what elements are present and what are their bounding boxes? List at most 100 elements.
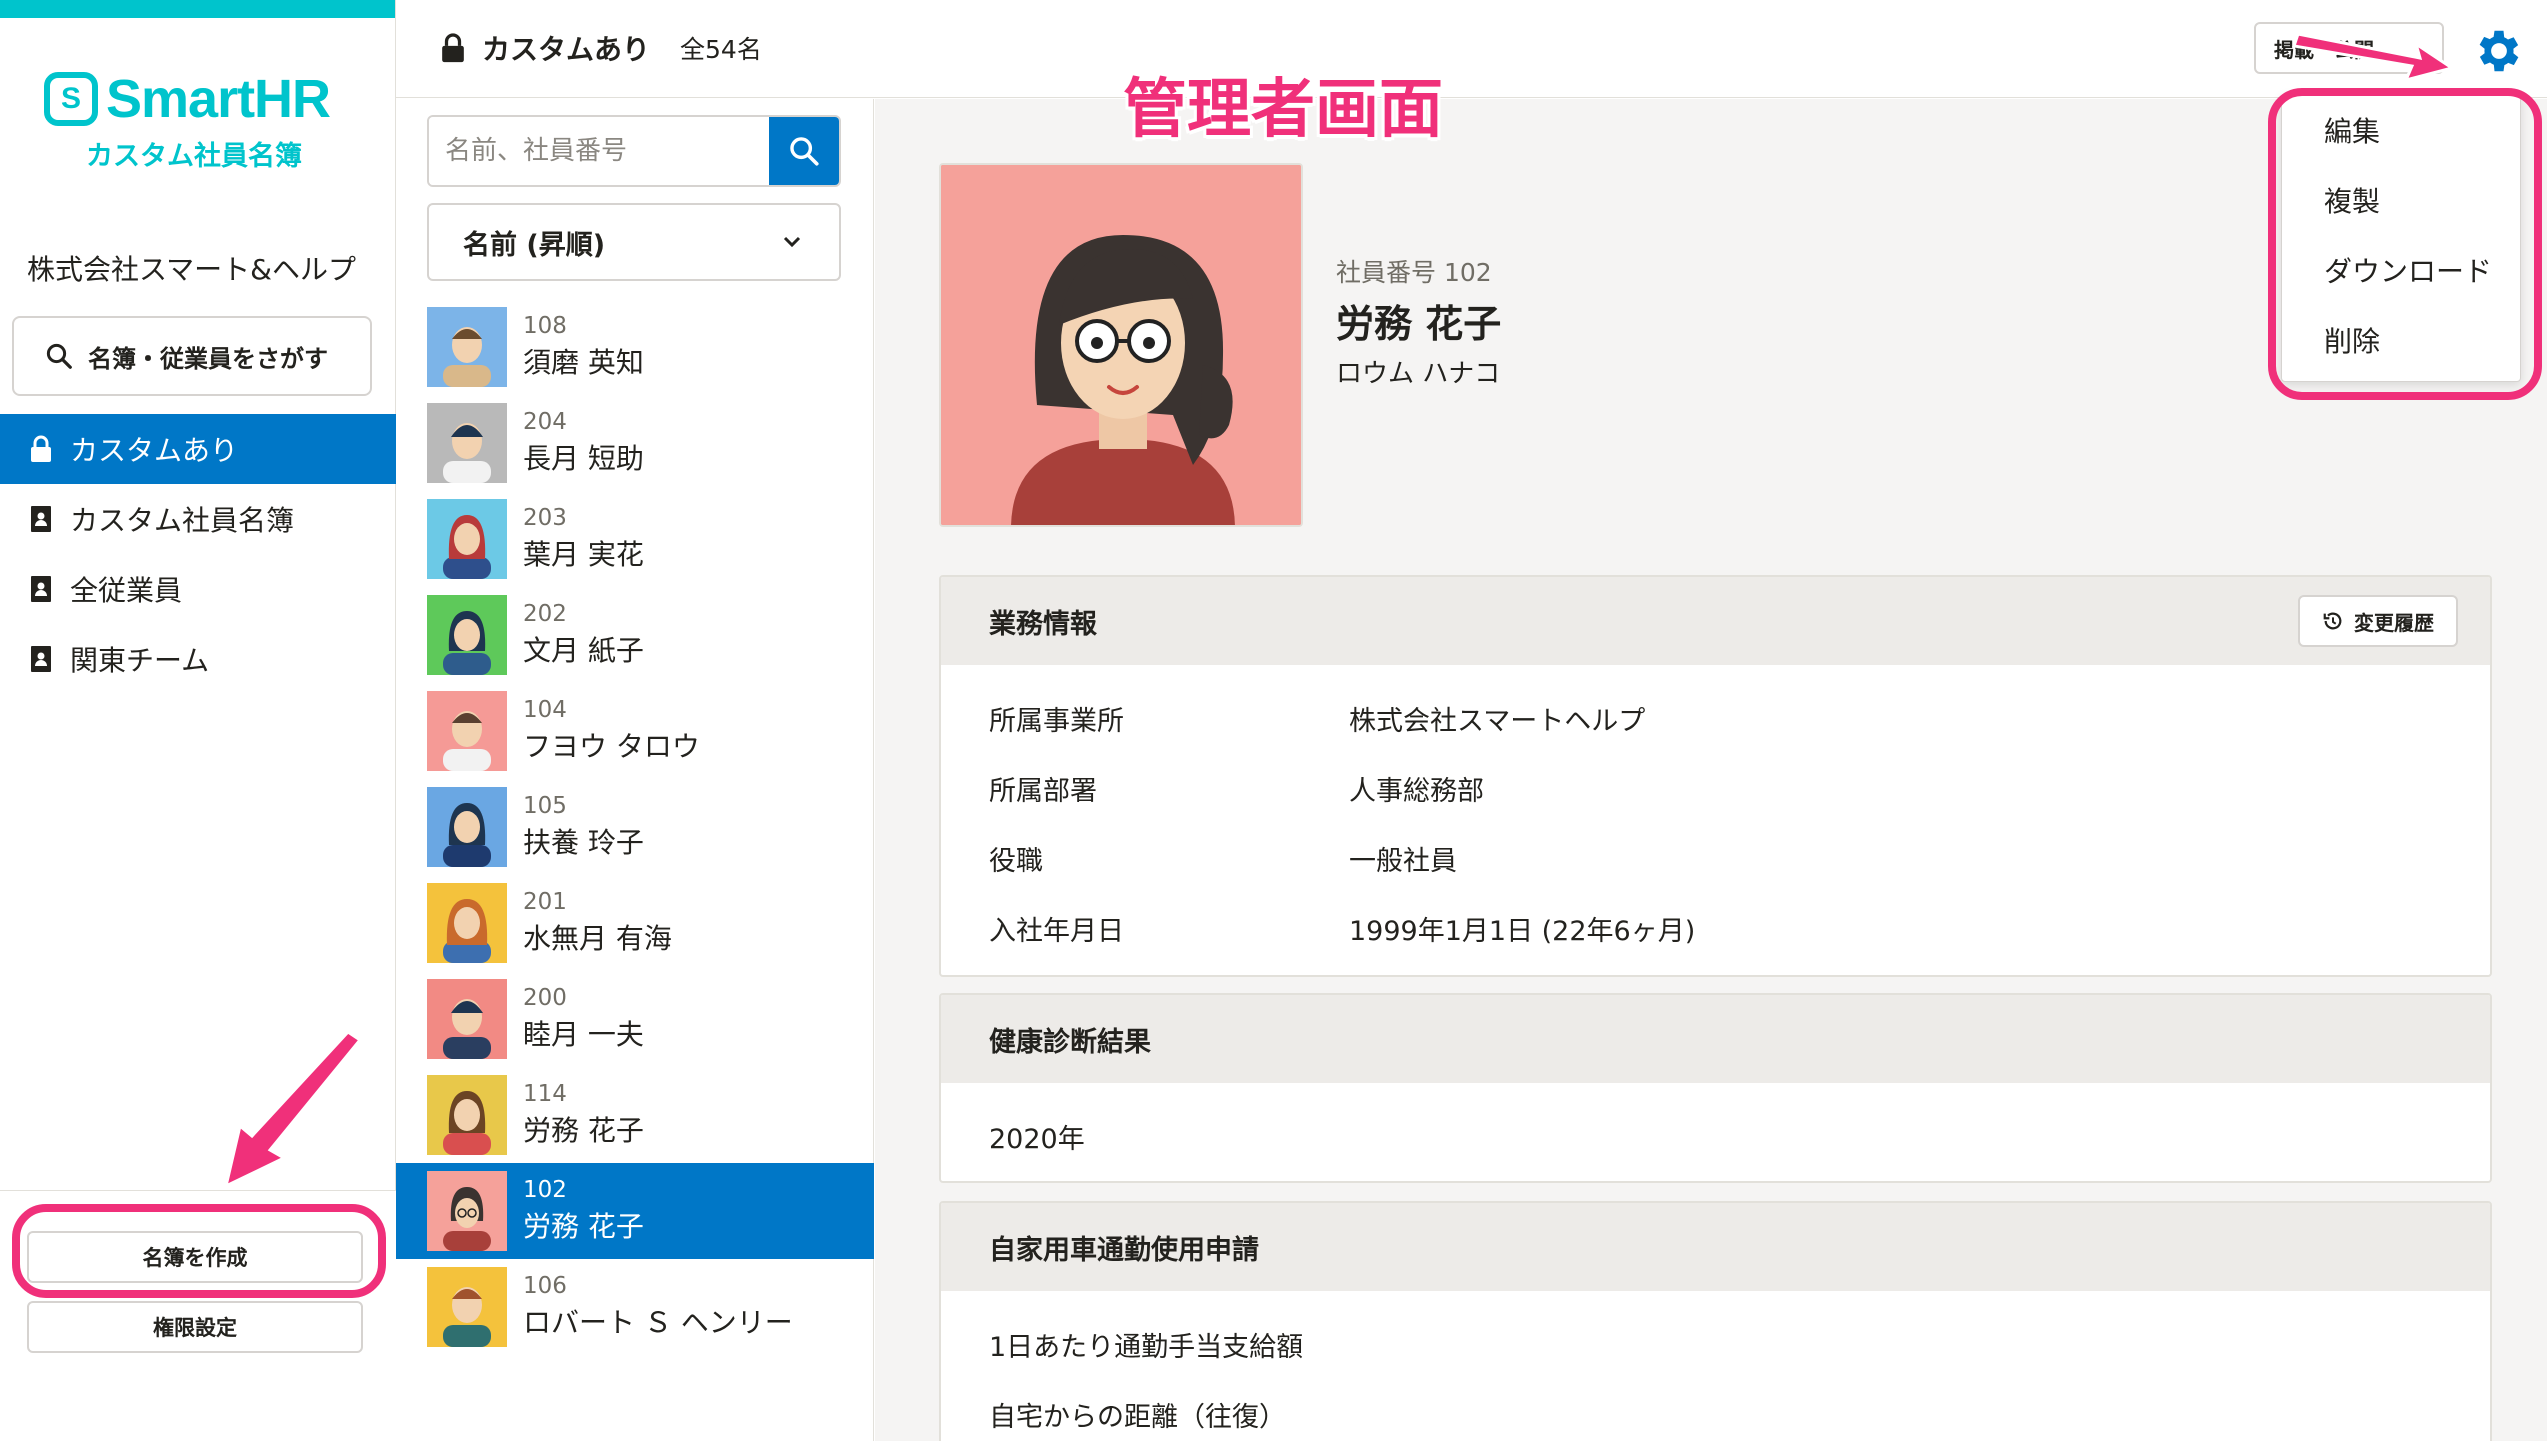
car-commute-card: 自家用車通勤使用申請 1日あたり通勤手当支給額 自宅からの距離（往復） (939, 1201, 2492, 1441)
employee-name: 扶養 玲子 (523, 826, 644, 859)
employee-name: 労務 花子 (523, 1210, 644, 1243)
smarthr-logo-icon (44, 72, 98, 126)
search-roster-button[interactable]: 名簿・従業員をさがす (12, 316, 372, 396)
smarthr-logo[interactable]: SmartHR (44, 68, 331, 130)
search-button[interactable] (769, 117, 839, 185)
sidebar-item-custom-roster[interactable]: カスタム社員名簿 (0, 484, 396, 554)
sidebar-item-label: カスタムあり (70, 434, 239, 467)
sidebar-item-label: 全従業員 (70, 574, 183, 607)
list-item[interactable]: 114 労務 花子 (396, 1067, 874, 1163)
list-item[interactable]: 202 文月 紙子 (396, 587, 874, 683)
app-window: SmartHR カスタム社員名簿 株式会社スマート&ヘルプ 名簿・従業員をさがす… (0, 0, 2547, 1441)
employee-number: 114 (523, 1081, 567, 1107)
avatar (427, 1267, 507, 1347)
employee-name: 労務 花子 (523, 1114, 644, 1147)
company-name: 株式会社スマート&ヘルプ (27, 253, 356, 286)
employee-search (427, 115, 841, 187)
field-label: 所属事業所 (989, 705, 1124, 737)
field-row: 所属事業所 株式会社スマートヘルプ (989, 683, 2442, 753)
avatar (427, 691, 507, 771)
search-input[interactable] (429, 117, 769, 185)
work-info-card: 業務情報 変更履歴 所属事業所 株式会社スマートヘルプ 所属部署 人事総務部 役職 一… (939, 575, 2492, 977)
page-title: カスタムあり 全54名 (440, 28, 762, 68)
history-icon (2323, 612, 2342, 630)
list-item[interactable]: 200 睦月 一夫 (396, 971, 874, 1067)
list-item[interactable]: 204 長月 短助 (396, 395, 874, 491)
employee-name: 水無月 有海 (523, 922, 672, 955)
address-book-icon (28, 645, 54, 673)
work-info-header: 業務情報 変更履歴 (941, 577, 2490, 665)
chevron-down-icon (783, 236, 801, 248)
employee-name: 文月 紙子 (523, 634, 644, 667)
field-label: 所属部署 (989, 775, 1097, 807)
sort-select[interactable]: 名前 (昇順) (427, 203, 841, 281)
list-item[interactable]: 104 フヨウ タロウ (396, 683, 874, 779)
employee-number: 203 (523, 505, 567, 531)
roster-title: カスタムあり (482, 33, 651, 66)
list-item[interactable]: 108 須磨 英知 (396, 299, 874, 395)
field-row: 自宅からの距離（往復） (989, 1379, 2442, 1441)
employee-kana: ロウム ハナコ (1336, 359, 1501, 389)
logo-subtitle: カスタム社員名簿 (86, 141, 302, 172)
field-value: 1999年1月1日 (22年6ヶ月) (1349, 915, 1696, 947)
employee-name: 葉月 実花 (523, 538, 644, 571)
list-item[interactable]: 203 葉月 実花 (396, 491, 874, 587)
employee-name-heading: 労務 花子 (1336, 302, 1502, 346)
car-commute-body: 1日あたり通勤手当支給額 自宅からの距離（往復） (941, 1291, 2490, 1441)
sidebar-item-kanto-team[interactable]: 関東チーム (0, 624, 396, 694)
avatar (427, 595, 507, 675)
address-book-icon (28, 505, 54, 533)
health-check-header: 健康診断結果 (941, 995, 2490, 1083)
field-label: 役職 (989, 845, 1043, 877)
employee-number: 204 (523, 409, 567, 435)
section-title: 自家用車通勤使用申請 (989, 1234, 1259, 1266)
logo-text: SmartHR (106, 69, 331, 129)
header: カスタムあり 全54名 掲載・公開 (396, 0, 2547, 98)
health-check-card: 健康診断結果 2020年 (939, 993, 2492, 1183)
sidebar-item-all-employees[interactable]: 全従業員 (0, 554, 396, 624)
annotation-ring-create (12, 1204, 386, 1298)
list-item-selected[interactable]: 102 労務 花子 (396, 1163, 874, 1259)
list-item[interactable]: 105 扶養 玲子 (396, 779, 874, 875)
field-row: 所属部署 人事総務部 (989, 753, 2442, 823)
field-row: 入社年月日 1999年1月1日 (22年6ヶ月) (989, 893, 2442, 963)
roster-nav: カスタムあり カスタム社員名簿 全従業員 関東チーム (0, 414, 396, 694)
sidebar-item-custom[interactable]: カスタムあり (0, 414, 396, 484)
list-item[interactable]: 201 水無月 有海 (396, 875, 874, 971)
employee-number: 108 (523, 313, 567, 339)
sidebar-item-label: 関東チーム (70, 644, 210, 677)
change-history-label: 変更履歴 (2354, 610, 2434, 635)
publish-button[interactable]: 掲載・公開 (2254, 22, 2444, 74)
health-check-body: 2020年 (941, 1083, 2490, 1181)
avatar (427, 1171, 507, 1251)
field-row: 2020年 (989, 1101, 2442, 1171)
field-row: 役職 一般社員 (989, 823, 2442, 893)
employee-name: 須磨 英知 (523, 346, 644, 379)
employee-number: 202 (523, 601, 567, 627)
list-item[interactable]: 106 ロバート Ｓ ヘンリー (396, 1259, 874, 1355)
annotation-ring-dropdown (2268, 88, 2542, 400)
field-label: 自宅からの距離（往復） (989, 1401, 1286, 1433)
field-label: 入社年月日 (989, 915, 1124, 947)
sort-label: 名前 (昇順) (463, 229, 606, 261)
address-book-icon (28, 575, 54, 603)
field-row: 1日あたり通勤手当支給額 (989, 1309, 2442, 1379)
annotation-title: 管理者画面 (1123, 73, 1443, 147)
employee-number: 201 (523, 889, 567, 915)
search-icon (790, 137, 819, 166)
search-roster-label: 名簿・従業員をさがす (88, 344, 328, 373)
field-value: 一般社員 (1349, 845, 1457, 877)
employee-name: 長月 短助 (523, 442, 644, 475)
avatar (427, 979, 507, 1059)
employee-number-label: 社員番号 102 (1336, 258, 1492, 287)
avatar (427, 1075, 507, 1155)
employee-number: 105 (523, 793, 567, 819)
lock-icon (442, 33, 464, 63)
change-history-button[interactable]: 変更履歴 (2298, 595, 2458, 647)
employee-photo (939, 163, 1303, 527)
section-title: 健康診断結果 (989, 1026, 1151, 1058)
gear-icon[interactable] (2472, 24, 2526, 78)
brand-bar (0, 0, 395, 18)
permission-settings-button[interactable]: 権限設定 (27, 1301, 363, 1353)
avatar (427, 307, 507, 387)
